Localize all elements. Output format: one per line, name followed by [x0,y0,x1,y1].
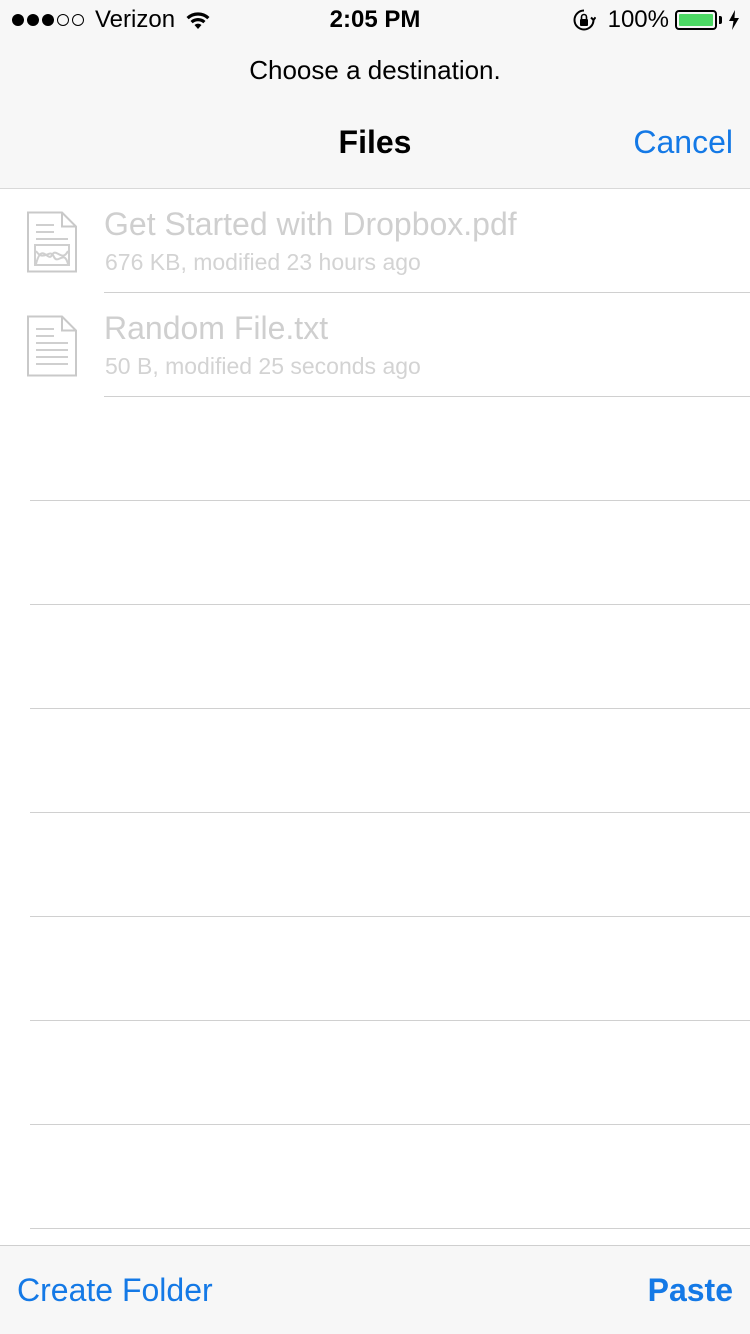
top-chrome: Verizon 2:05 PM 100% Choose a destinatio… [0,0,750,189]
empty-row [0,397,750,501]
text-file-icon [27,315,77,377]
empty-row [0,813,750,917]
pdf-file-icon [27,211,77,273]
file-row-pdf: Get Started with Dropbox.pdf 676 KB, mod… [0,189,750,293]
empty-row [0,605,750,709]
file-name: Get Started with Dropbox.pdf [104,206,517,242]
rotation-lock-icon [573,9,596,31]
empty-row [0,917,750,1021]
destination-picker-screen: Verizon 2:05 PM 100% Choose a destinatio… [0,0,750,1334]
battery-icon [675,10,717,30]
file-meta: 676 KB, modified 23 hours ago [105,249,421,275]
empty-row [0,1021,750,1125]
empty-row [0,709,750,813]
row-divider [30,1228,750,1229]
file-row-txt: Random File.txt 50 B, modified 25 second… [0,293,750,397]
status-right: 100% [572,6,740,33]
bottom-toolbar: Create Folder Paste [0,1245,750,1334]
file-list: Get Started with Dropbox.pdf 676 KB, mod… [0,189,750,1229]
paste-button[interactable]: Paste [648,1272,733,1309]
empty-row [0,1125,750,1229]
create-folder-button[interactable]: Create Folder [17,1272,213,1309]
battery-percent: 100% [607,6,669,33]
charging-bolt-icon [729,10,739,30]
destination-prompt: Choose a destination. [249,55,501,85]
battery-fill [679,14,713,26]
cancel-button[interactable]: Cancel [633,124,733,161]
status-bar: Verizon 2:05 PM 100% [0,0,750,40]
empty-row [0,501,750,605]
file-meta: 50 B, modified 25 seconds ago [105,353,421,379]
file-name: Random File.txt [104,310,329,346]
battery-nub [719,16,722,24]
